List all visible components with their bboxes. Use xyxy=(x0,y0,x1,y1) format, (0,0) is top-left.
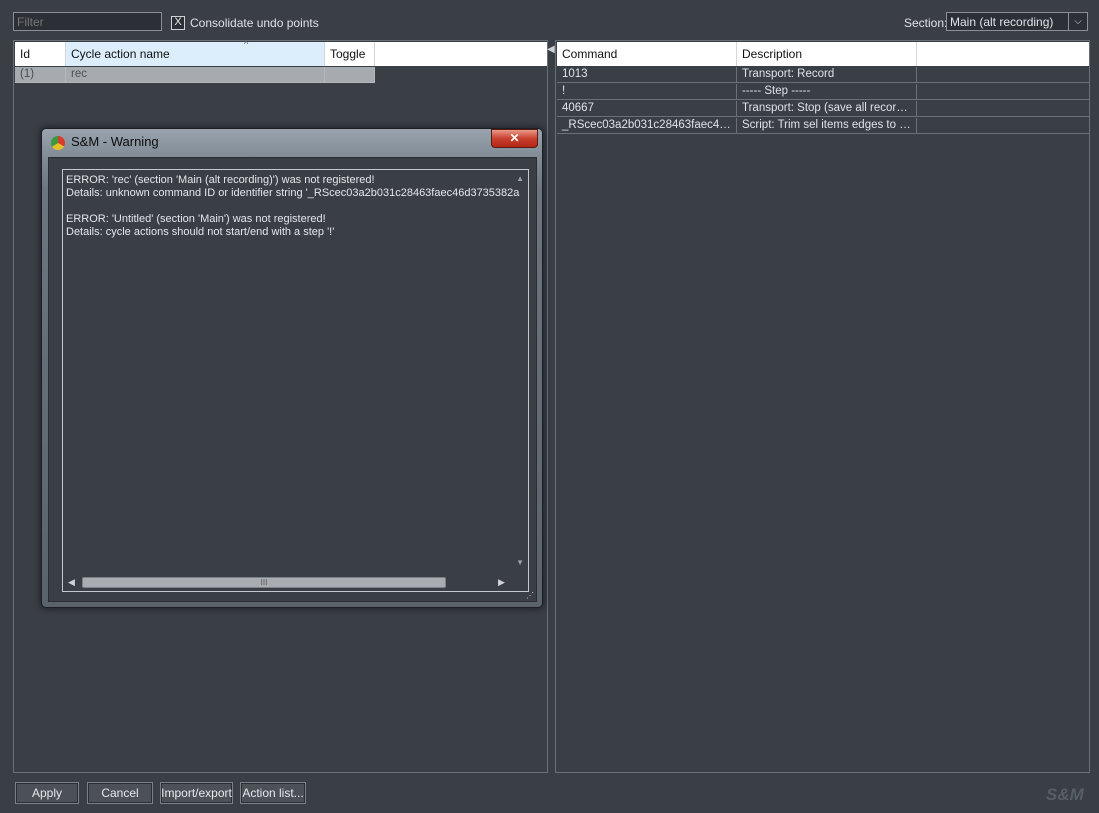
table-row[interactable]: (1) rec xyxy=(15,67,375,83)
dialog-title: S&M - Warning xyxy=(71,134,159,149)
consolidate-undo-label: Consolidate undo points xyxy=(190,16,319,30)
import-export-button[interactable]: Import/export xyxy=(160,782,233,804)
app-icon xyxy=(51,136,65,150)
cycle-id-cell: (1) xyxy=(15,67,66,83)
table-row[interactable]: 1013 Transport: Record xyxy=(557,67,1089,83)
section-label: Section: xyxy=(904,16,948,30)
sort-ascending-icon: ^ xyxy=(244,39,249,49)
apply-button[interactable]: Apply xyxy=(15,782,79,804)
description-cell: Script: Trim sel items edges to n… xyxy=(737,118,917,134)
column-header-description[interactable]: Description xyxy=(737,42,917,66)
command-cell[interactable]: 1013 xyxy=(557,67,737,83)
filter-input[interactable] xyxy=(13,12,162,31)
column-header-filler xyxy=(917,42,1089,66)
filler-cell xyxy=(917,101,1089,117)
command-cell[interactable]: 40667 xyxy=(557,101,737,117)
consolidate-undo-checkbox[interactable]: X xyxy=(171,16,185,30)
sm-logo: S&M xyxy=(1046,785,1084,804)
chevron-down-icon[interactable]: ⌵ xyxy=(1068,13,1087,30)
description-cell: ----- Step ----- xyxy=(737,84,917,100)
column-header-id[interactable]: Id xyxy=(15,42,66,66)
column-header-cycle-action-name[interactable]: ^ Cycle action name xyxy=(66,39,325,66)
scrollbar-thumb[interactable]: III xyxy=(82,577,446,588)
scroll-down-arrow-icon[interactable]: ▼ xyxy=(516,558,524,567)
close-icon: ✕ xyxy=(509,131,520,145)
cycle-name-cell[interactable]: rec xyxy=(66,67,325,83)
column-header-command[interactable]: Command xyxy=(557,42,737,66)
section-dropdown-value: Main (alt recording) xyxy=(950,15,1054,29)
error-details-line: Details: unknown command ID or identifie… xyxy=(66,187,520,199)
scroll-up-arrow-icon[interactable]: ▲ xyxy=(516,174,524,183)
description-cell: Transport: Stop (save all record… xyxy=(737,101,917,117)
filler-cell xyxy=(917,84,1089,100)
scroll-right-arrow-icon[interactable]: ▶ xyxy=(498,577,505,588)
command-cell[interactable]: _RScec03a2b031c28463faec46d… xyxy=(557,118,737,134)
warning-dialog: S&M - Warning ✕ ERROR: 'rec' (section 'M… xyxy=(41,128,543,608)
table-row[interactable]: _RScec03a2b031c28463faec46d… Script: Tri… xyxy=(557,118,1089,134)
commands-list[interactable]: Command Description 1013 Transport: Reco… xyxy=(555,40,1090,773)
description-cell: Transport: Record xyxy=(737,67,917,83)
action-list-button[interactable]: Action list... xyxy=(240,782,306,804)
table-row[interactable]: 40667 Transport: Stop (save all record… xyxy=(557,101,1089,117)
cancel-button[interactable]: Cancel xyxy=(87,782,153,804)
scroll-left-arrow-icon[interactable]: ◀ xyxy=(68,577,75,588)
horizontal-scrollbar[interactable]: ◀ III ▶ xyxy=(63,575,509,591)
error-line: ERROR: 'rec' (section 'Main (alt recordi… xyxy=(66,174,375,186)
resize-grip-icon[interactable]: ⋰ xyxy=(526,591,534,600)
dialog-body: ERROR: 'rec' (section 'Main (alt recordi… xyxy=(48,157,537,602)
table-row[interactable]: ! ----- Step ----- xyxy=(557,84,1089,100)
column-header-filler xyxy=(375,42,547,66)
error-log-textarea[interactable]: ERROR: 'rec' (section 'Main (alt recordi… xyxy=(62,169,529,592)
filler-cell xyxy=(917,67,1089,83)
column-header-toggle[interactable]: Toggle xyxy=(325,42,375,66)
error-details-line: Details: cycle actions should not start/… xyxy=(66,226,335,238)
filler-cell xyxy=(917,118,1089,134)
section-dropdown[interactable]: Main (alt recording) ⌵ xyxy=(946,12,1088,31)
panel-splitter-handle[interactable]: ◀ xyxy=(547,44,555,60)
error-line: ERROR: 'Untitled' (section 'Main') was n… xyxy=(66,213,326,225)
command-cell[interactable]: ! xyxy=(557,84,737,100)
cycle-toggle-cell[interactable] xyxy=(325,67,375,83)
close-button[interactable]: ✕ xyxy=(491,129,538,148)
column-header-label: Cycle action name xyxy=(71,47,170,61)
